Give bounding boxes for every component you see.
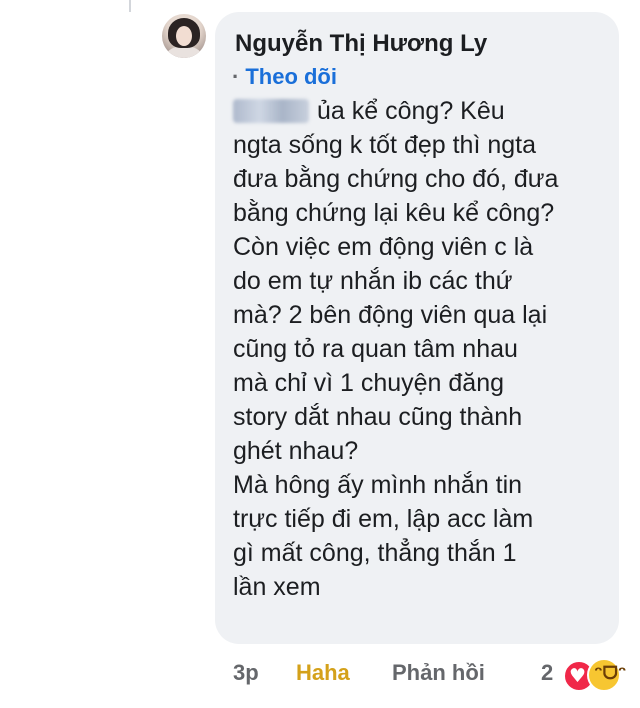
comment-text: ủa kể công? Kêu ngta sống k tốt đẹp thì …	[233, 94, 613, 604]
comment-line: trực tiếp đi em, lập acc làm	[233, 505, 534, 533]
comment-line-text: ủa kể công? Kêu	[317, 97, 505, 125]
follow-row: · Theo dõi	[232, 64, 337, 90]
comment-line: lần xem	[233, 573, 321, 601]
comment-line: do em tự nhắn ib các thứ	[233, 267, 513, 295]
comment-timestamp[interactable]: 3p	[233, 660, 259, 686]
reaction-count[interactable]: 2	[541, 660, 553, 686]
comment-author-name[interactable]: Nguyễn Thị Hương Ly	[235, 30, 487, 58]
comment-line: cũng tỏ ra quan tâm nhau	[233, 335, 518, 363]
avatar-face	[176, 26, 192, 46]
reply-button[interactable]: Phản hồi	[392, 660, 485, 686]
comment-line: mà? 2 bên động viên qua lại	[233, 301, 548, 329]
reaction-button[interactable]: Haha	[296, 660, 350, 686]
comment-line: đưa bằng chứng cho đó, đưa	[233, 165, 559, 193]
thread-connector-line	[129, 0, 131, 12]
separator-dot: ·	[232, 64, 240, 89]
author-avatar[interactable]	[162, 14, 206, 58]
comment-line: Còn việc em động viên c là	[233, 233, 534, 261]
haha-icon[interactable]: ᵔᗜᵔ	[587, 658, 627, 692]
comment-line: ngta sống k tốt đẹp thì ngta	[233, 131, 537, 159]
blurred-mention[interactable]	[233, 99, 309, 123]
comment-line: mà chỉ vì 1 chuyện đăng	[233, 369, 504, 397]
comment-line: Mà hông ấy mình nhắn tin	[233, 471, 523, 499]
follow-link[interactable]: Theo dõi	[245, 64, 337, 89]
comment-first-line: ủa kể công? Kêu	[233, 94, 613, 128]
comment-line: gì mất công, thẳng thắn 1	[233, 539, 517, 567]
comment-line: ghét nhau?	[233, 437, 359, 465]
comment-line: bằng chứng lại kêu kể công?	[233, 199, 555, 227]
comment-line: story dắt nhau cũng thành	[233, 403, 523, 431]
